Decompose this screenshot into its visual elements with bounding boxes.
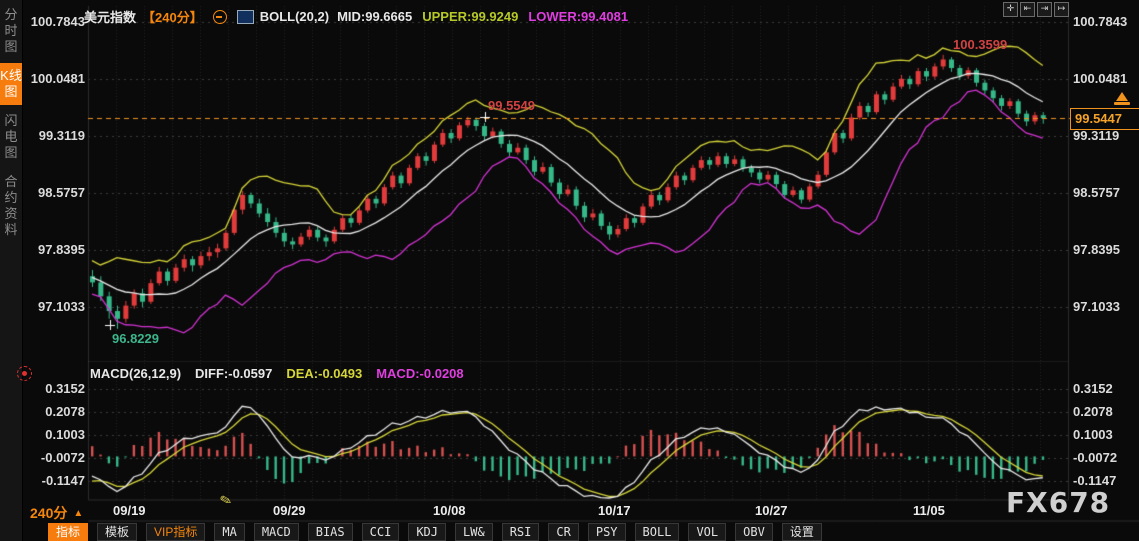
y-axis-label: 100.7843 bbox=[1073, 14, 1128, 29]
macd-axis-label: 0.2078 bbox=[45, 404, 85, 419]
price-alert-icon[interactable] bbox=[1114, 92, 1130, 106]
macd-axis-label: 0.1003 bbox=[1073, 427, 1113, 442]
indicator-cr-button[interactable]: CR bbox=[548, 522, 579, 541]
boll-mid-value: MID:99.6665 bbox=[337, 9, 413, 24]
x-axis-label: 09/19 bbox=[113, 503, 146, 518]
sidebar-item-kline-chart[interactable]: K线图 bbox=[0, 63, 22, 105]
high-marker: 100.3599 bbox=[953, 37, 1008, 52]
indicator-vol-button[interactable]: VOL bbox=[688, 522, 727, 541]
chart-tool-buttons: ✛ ⇤ ⇥ ↦ bbox=[1003, 2, 1069, 17]
y-axis-label: 98.5757 bbox=[1073, 185, 1120, 200]
tab-indicator[interactable]: 指标 bbox=[48, 522, 89, 541]
chart-header: 美元指数 【240分】 BOLL(20,2) MID:99.6665 UPPER… bbox=[84, 7, 628, 26]
macd-header: MACD(26,12,9) DIFF:-0.0597 DEA:-0.0493 M… bbox=[90, 366, 464, 381]
indicator-obv-button[interactable]: OBV bbox=[735, 522, 773, 541]
indicator-bias-button[interactable]: BIAS bbox=[307, 522, 353, 541]
boll-lower-value: LOWER:99.4081 bbox=[528, 9, 629, 24]
y-axis-label: 97.8395 bbox=[1073, 242, 1120, 257]
macd-diff-value: DIFF:-0.0597 bbox=[195, 366, 273, 381]
indicator-ma-button[interactable]: MA bbox=[214, 522, 245, 541]
y-axis-label: 100.0481 bbox=[1073, 71, 1128, 86]
chart-canvas[interactable] bbox=[0, 0, 1139, 541]
indicator-cci-button[interactable]: CCI bbox=[361, 522, 400, 541]
timeframe-text: 240分 bbox=[30, 505, 68, 521]
shift-right-icon[interactable]: ↦ bbox=[1054, 2, 1069, 17]
boll-upper-value: UPPER:99.9249 bbox=[422, 9, 519, 24]
tab-template[interactable]: 模板 bbox=[97, 522, 138, 541]
sidebar-item-contract-info[interactable]: 合约资料 bbox=[0, 169, 22, 243]
x-axis-label: 09/29 bbox=[273, 503, 306, 518]
sidebar-item-lightning-chart[interactable]: 闪电图 bbox=[0, 108, 22, 166]
collapse-icon[interactable] bbox=[212, 9, 227, 24]
pan-tool-icon[interactable]: ✛ bbox=[1003, 2, 1018, 17]
tab-vip-indicator[interactable]: VIP指标 bbox=[146, 522, 206, 541]
last-price-tag[interactable]: 99.5447 bbox=[1070, 108, 1139, 130]
y-axis-label: 99.3119 bbox=[38, 128, 85, 143]
x-axis-label: 10/08 bbox=[433, 503, 466, 518]
indicator-macd-button[interactable]: MACD bbox=[253, 522, 299, 541]
period-label[interactable]: 【240分】 bbox=[142, 7, 203, 26]
boll-params: BOLL(20,2) bbox=[259, 9, 330, 24]
macd-axis-label: 0.3152 bbox=[1073, 381, 1113, 396]
live-alert-icon[interactable] bbox=[17, 366, 32, 381]
x-axis-label: 11/05 bbox=[913, 503, 945, 518]
macd-params: MACD(26,12,9) bbox=[90, 366, 182, 381]
y-axis-label: 97.1033 bbox=[38, 299, 85, 314]
timeframe-arrow-icon: ▲ bbox=[73, 507, 84, 519]
macd-axis-label: -0.0072 bbox=[40, 450, 85, 465]
macd-dea-value: DEA:-0.0493 bbox=[286, 366, 363, 381]
indicator-toolbar: 指标 模板 VIP指标 MA MACD BIAS CCI KDJ LW& RSI… bbox=[48, 522, 822, 541]
macd-axis-label: -0.1147 bbox=[41, 473, 85, 488]
sidebar-item-time-chart[interactable]: 分时图 bbox=[0, 2, 22, 60]
macd-axis-label: 0.2078 bbox=[1073, 404, 1113, 419]
y-axis-label: 97.1033 bbox=[1073, 299, 1120, 314]
symbol-title: 美元指数 bbox=[84, 10, 137, 25]
indicator-lw-button[interactable]: LW& bbox=[455, 522, 493, 541]
chart-application: 分时图 K线图 闪电图 合约资料 美元指数 【240分】 BOLL(20,2) … bbox=[0, 0, 1139, 541]
timeframe-label[interactable]: 240分 ▲ bbox=[30, 503, 83, 523]
indicator-rsi-button[interactable]: RSI bbox=[501, 522, 540, 541]
y-axis-label: 100.0481 bbox=[30, 71, 85, 86]
indicator-psy-button[interactable]: PSY bbox=[587, 522, 626, 541]
indicator-boll-button[interactable]: BOLL bbox=[634, 522, 680, 541]
macd-axis-label: -0.0072 bbox=[1073, 450, 1118, 465]
mini-chart-icon[interactable] bbox=[236, 9, 254, 24]
y-axis-label: 98.5757 bbox=[38, 185, 85, 200]
macd-axis-label: 0.3152 bbox=[45, 381, 85, 396]
y-axis-label: 97.8395 bbox=[38, 242, 85, 257]
macd-macd-value: MACD:-0.0208 bbox=[376, 366, 464, 381]
settings-button[interactable]: 设置 bbox=[781, 522, 822, 541]
x-axis-label: 10/17 bbox=[598, 503, 631, 518]
fx678-watermark: FX678 bbox=[1006, 486, 1111, 519]
indicator-kdj-button[interactable]: KDJ bbox=[408, 522, 447, 541]
low-marker: 96.8229 bbox=[112, 331, 159, 346]
x-axis-label: 10/27 bbox=[755, 503, 788, 518]
swing-high-marker: 99.5549 bbox=[488, 98, 535, 113]
compress-bars-icon[interactable]: ⇤ bbox=[1020, 2, 1035, 17]
sidebar: 分时图 K线图 闪电图 合约资料 bbox=[0, 0, 23, 541]
macd-axis-label: 0.1003 bbox=[45, 427, 85, 442]
y-axis-label: 99.3119 bbox=[1073, 128, 1120, 143]
expand-bars-icon[interactable]: ⇥ bbox=[1037, 2, 1052, 17]
y-axis-label: 100.7843 bbox=[30, 14, 85, 29]
